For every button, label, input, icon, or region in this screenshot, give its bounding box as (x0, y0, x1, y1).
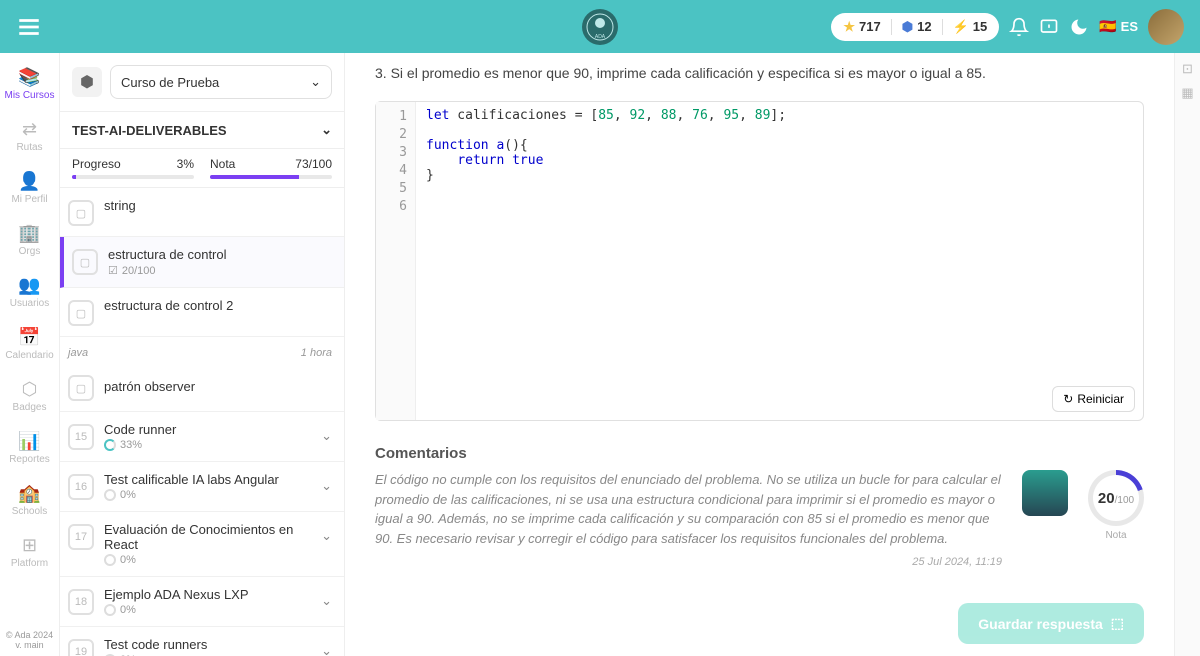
lesson-item[interactable]: 15 Code runner 33% ⌄ (60, 412, 344, 462)
nav-mis-cursos[interactable]: 📚Mis Cursos (0, 61, 59, 107)
top-bar: ADA ★ 717 ⬢ 12 ⚡ 15 🇪🇸ES (0, 0, 1200, 53)
lesson-item[interactable]: java1 hora ▢ patrón observer (60, 337, 344, 412)
refresh-icon: ↻ (1063, 392, 1073, 406)
moon-icon[interactable] (1069, 17, 1089, 37)
lesson-item[interactable]: 18 Ejemplo ADA Nexus LXP 0% ⌄ (60, 577, 344, 627)
chevron-down-icon: ⌄ (321, 428, 332, 444)
lesson-item[interactable]: ▢ estructura de control 2 (60, 288, 344, 337)
bolt-icon: ⚡ (953, 19, 969, 35)
lesson-item[interactable]: ▢ string (60, 188, 344, 237)
bot-avatar (1022, 470, 1068, 516)
building-icon: 🏢 (18, 223, 40, 244)
svg-text:ADA: ADA (595, 34, 606, 40)
nav-schools[interactable]: 🏫Schools (0, 477, 59, 523)
progress-summary: Progreso3% Nota73/100 (60, 149, 344, 188)
message-icon[interactable] (1039, 17, 1059, 37)
nav-reportes[interactable]: 📊Reportes (0, 425, 59, 471)
nav-badges[interactable]: ⬡Badges (0, 373, 59, 419)
code-content[interactable]: let calificaciones = [85, 92, 88, 76, 95… (416, 102, 796, 420)
cube-icon: ⬚ (1111, 615, 1124, 632)
cube-icon: ▢ (68, 200, 94, 226)
hexagon-icon: ⬢ (902, 19, 913, 35)
line-gutter: 1 2 3 4 5 6 (376, 102, 416, 420)
calendar-icon: 📅 (18, 327, 40, 348)
section-toggle[interactable]: TEST-AI-DELIVERABLES ⌄ (60, 112, 344, 149)
stat-bolt: 15 (973, 19, 987, 34)
lesson-item[interactable]: 19 Test code runners 0% ⌄ (60, 627, 344, 656)
stat-stars: 717 (859, 19, 881, 34)
chevron-down-icon: ⌄ (321, 478, 332, 494)
chevron-down-icon: ⌄ (321, 122, 332, 138)
left-nav: 📚Mis Cursos ⇄Rutas 👤Mi Perfil 🏢Orgs 👥Usu… (0, 53, 60, 656)
chevron-down-icon: ⌄ (321, 528, 332, 544)
menu-icon[interactable] (16, 14, 42, 40)
school-icon: 🏫 (18, 483, 40, 504)
stats-pill: ★ 717 ⬢ 12 ⚡ 15 (831, 13, 999, 41)
lesson-item[interactable]: 16 Test calificable IA labs Angular 0% ⌄ (60, 462, 344, 512)
code-editor[interactable]: 1 2 3 4 5 6 let calificaciones = [85, 92… (375, 101, 1144, 421)
user-avatar[interactable] (1148, 9, 1184, 45)
check-icon: ☑ (108, 264, 118, 277)
panel-icon[interactable]: ⊡ (1182, 61, 1193, 77)
users-icon: 👥 (18, 275, 40, 296)
chevron-down-icon: ⌄ (310, 74, 321, 90)
lesson-item-active[interactable]: ▢ estructura de control ☑20/100 (60, 237, 344, 288)
course-sidebar: ⬢ Curso de Prueba ⌄ TEST-AI-DELIVERABLES… (60, 53, 345, 656)
nav-footer: © Ada 2024 v. main (6, 630, 53, 656)
instruction-text: 3. Si el promedio es menor que 90, impri… (375, 65, 1144, 81)
nav-calendario[interactable]: 📅Calendario (0, 321, 59, 367)
course-badge-icon: ⬢ (72, 67, 102, 97)
nav-platform[interactable]: ⊞Platform (0, 529, 59, 575)
stat-hex: 12 (917, 19, 931, 34)
cube-icon: ▢ (68, 300, 94, 326)
chart-icon: 📊 (18, 431, 40, 452)
comments-heading: Comentarios (375, 445, 1144, 462)
comment-date: 25 Jul 2024, 11:19 (375, 556, 1002, 568)
routes-icon: ⇄ (22, 119, 37, 140)
chevron-down-icon: ⌄ (321, 593, 332, 609)
main-content: 3. Si el promedio es menor que 90, impri… (345, 53, 1174, 656)
lesson-item[interactable]: 17 Evaluación de Conocimientos en React … (60, 512, 344, 577)
nav-orgs[interactable]: 🏢Orgs (0, 217, 59, 263)
course-select[interactable]: Curso de Prueba ⌄ (110, 65, 332, 99)
cube-icon: ▢ (68, 375, 94, 401)
grid-icon[interactable]: ▦ (1181, 85, 1193, 101)
score-gauge: 20/100 (1088, 470, 1144, 526)
comments-section: Comentarios El código no cumple con los … (375, 445, 1144, 568)
bell-icon[interactable] (1009, 17, 1029, 37)
language-selector[interactable]: 🇪🇸ES (1099, 18, 1138, 35)
right-rail: ⊡ ▦ (1174, 53, 1200, 656)
save-button[interactable]: Guardar respuesta ⬚ (958, 603, 1144, 644)
lesson-list: ▢ string ▢ estructura de control ☑20/100… (60, 188, 344, 656)
platform-icon: ⊞ (22, 535, 37, 556)
nav-usuarios[interactable]: 👥Usuarios (0, 269, 59, 315)
nav-perfil[interactable]: 👤Mi Perfil (0, 165, 59, 211)
cube-icon: ▢ (72, 249, 98, 275)
chevron-down-icon: ⌄ (321, 643, 332, 656)
badge-icon: ⬡ (22, 379, 38, 400)
comment-text: El código no cumple con los requisitos d… (375, 470, 1002, 548)
user-icon: 👤 (18, 171, 40, 192)
reset-button[interactable]: ↻Reiniciar (1052, 386, 1135, 412)
book-icon: 📚 (18, 67, 40, 88)
score-label: Nota (1088, 530, 1144, 541)
nav-rutas[interactable]: ⇄Rutas (0, 113, 59, 159)
logo[interactable]: ADA (582, 9, 618, 45)
star-icon: ★ (843, 19, 855, 35)
